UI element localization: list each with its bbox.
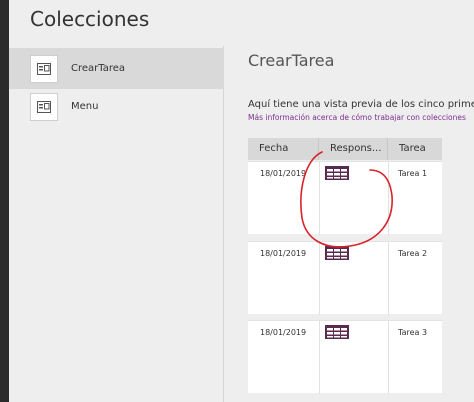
collections-sidebar: CrearTarea Menu <box>9 46 224 402</box>
learn-more-link[interactable]: Más información acerca de cómo trabajar … <box>248 113 474 122</box>
sidebar-item-menu[interactable]: Menu <box>9 86 224 127</box>
preview-description: Aquí tiene una vista previa de los cinco… <box>248 99 474 110</box>
sidebar-item-label: Menu <box>71 101 99 112</box>
column-header-fecha[interactable]: Fecha <box>248 138 319 160</box>
cell-tarea: Tarea 2 <box>398 249 428 258</box>
table-row: 18/01/2019 Tarea 3 <box>248 320 442 394</box>
collection-title: CrearTarea <box>248 51 335 70</box>
column-divider <box>388 321 389 394</box>
cell-fecha: 18/01/2019 <box>260 249 307 258</box>
cell-tarea: Tarea 1 <box>398 169 428 178</box>
table-row: 18/01/2019 Tarea 2 <box>248 241 442 315</box>
column-divider <box>319 242 320 315</box>
image-table-icon <box>325 325 349 341</box>
table-header: Fecha Respons... Tarea <box>248 138 442 160</box>
collection-preview-panel: CrearTarea Aquí tiene una vista previa d… <box>225 46 474 402</box>
column-divider <box>388 242 389 315</box>
cell-fecha: 18/01/2019 <box>260 169 307 178</box>
column-divider <box>319 162 320 235</box>
column-header-responsable[interactable]: Respons... <box>319 138 388 160</box>
cell-fecha: 18/01/2019 <box>260 328 307 337</box>
column-divider <box>319 321 320 394</box>
sidebar-item-label: CrearTarea <box>71 63 126 74</box>
sidebar-item-creartarea[interactable]: CrearTarea <box>9 48 224 89</box>
column-header-tarea[interactable]: Tarea <box>388 138 442 160</box>
column-divider <box>388 162 389 235</box>
window-edge-strip <box>0 0 9 402</box>
collection-preview-table: Fecha Respons... Tarea 18/01/2019 Tarea … <box>248 138 442 402</box>
image-table-icon <box>325 246 349 262</box>
cell-tarea: Tarea 3 <box>398 328 428 337</box>
screen-form-icon <box>30 54 58 83</box>
screen-form-icon <box>30 92 58 121</box>
image-table-icon <box>325 166 349 182</box>
table-row: 18/01/2019 Tarea 1 <box>248 161 442 235</box>
page-title: Colecciones <box>30 7 150 31</box>
